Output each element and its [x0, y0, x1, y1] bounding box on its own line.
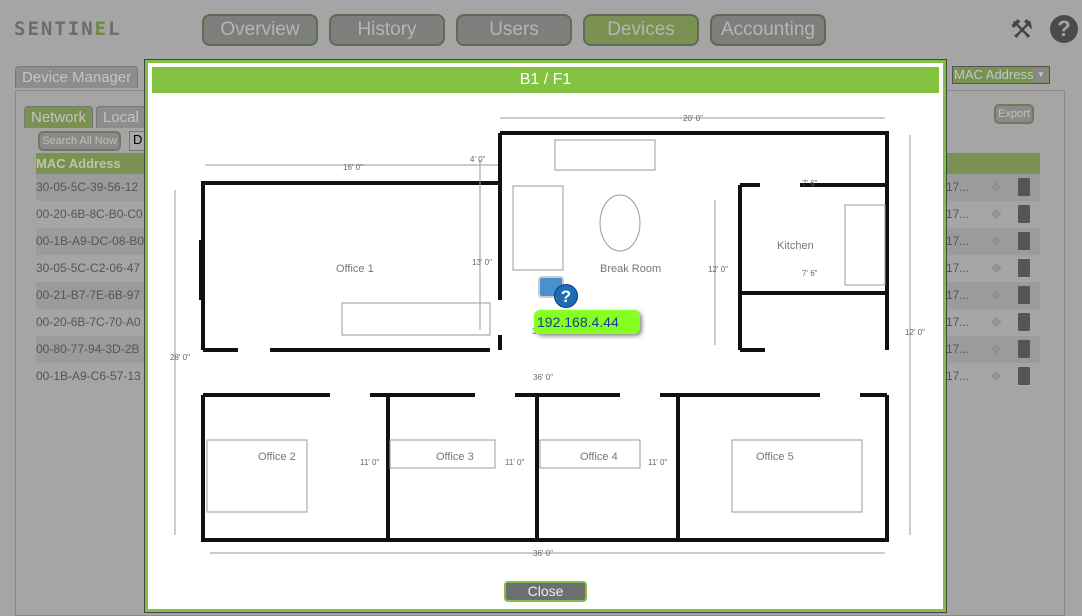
room-office-1: Office 1 [336, 263, 374, 275]
dim-label: 4' 0" [470, 155, 486, 164]
dim-label: 36' 0" [533, 549, 553, 558]
room-break-room: Break Room [600, 263, 661, 275]
dim-label: 7' 6" [802, 179, 818, 188]
unknown-device-icon[interactable]: ? [554, 284, 578, 308]
dim-label: 11' 0" [360, 458, 380, 467]
floor-plan: Office 1 Break Room Kitchen Office 2 Off… [170, 114, 925, 558]
device-ip-label[interactable]: 192.168.4.44 [534, 310, 640, 334]
dim-label: 11' 0" [505, 458, 525, 467]
dim-label: 7' 6" [802, 269, 818, 278]
room-office-4: Office 4 [580, 451, 618, 463]
dim-label: 28' 0" [170, 353, 190, 362]
dim-label: 36' 0" [533, 373, 553, 382]
dim-label: 20' 0" [683, 114, 703, 123]
room-office-3: Office 3 [436, 451, 474, 463]
dim-label: 12' 0" [708, 265, 728, 274]
room-office-5: Office 5 [756, 451, 794, 463]
room-office-2: Office 2 [258, 451, 296, 463]
room-kitchen: Kitchen [777, 240, 814, 252]
dim-label: 12' 0" [905, 328, 925, 337]
dim-label: 11' 0" [648, 458, 668, 467]
dim-label: 13' 0" [472, 258, 492, 267]
dim-label: 16' 0" [343, 163, 363, 172]
